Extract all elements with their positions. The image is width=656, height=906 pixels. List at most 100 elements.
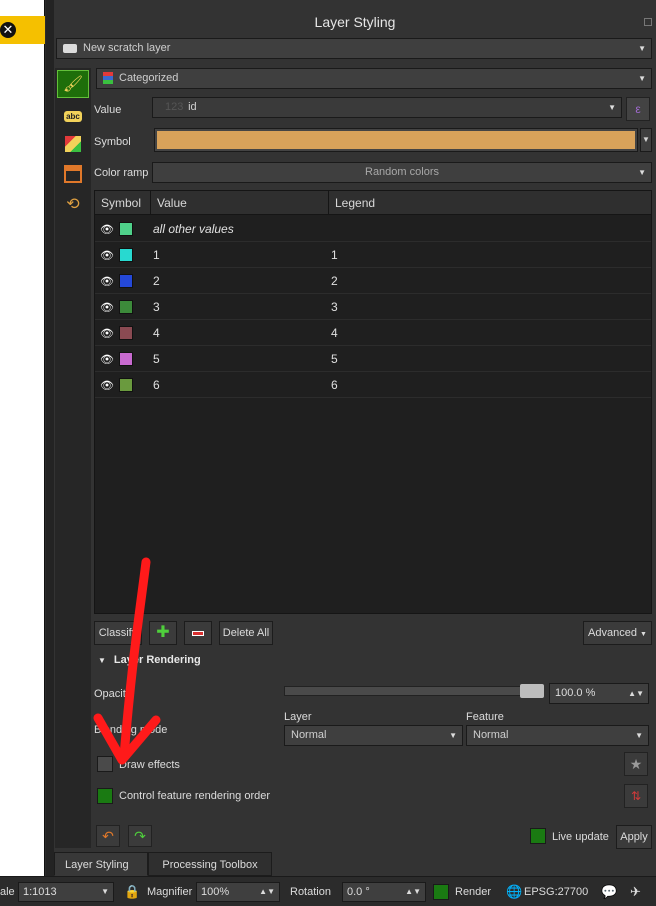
redo-icon: ↷ (134, 828, 146, 844)
symbol-menu-button[interactable]: ▼ (640, 128, 652, 152)
lock-icon[interactable]: 🔒 (124, 884, 140, 900)
sort-order-icon: ⇅ (630, 789, 642, 803)
messages-icon[interactable]: 💬 (601, 884, 617, 900)
live-update-checkbox[interactable] (530, 828, 546, 844)
add-category-button[interactable]: ✚ (149, 621, 177, 645)
undock-icon[interactable] (644, 18, 652, 26)
opacity-spinbox[interactable]: 100.0 % ▲▼ (549, 683, 649, 704)
undo-button[interactable]: ↶ (96, 825, 120, 847)
category-color-swatch[interactable] (119, 274, 133, 288)
spin-arrows-icon: ▲▼ (628, 689, 644, 698)
visibility-eye-icon[interactable]: 👁 (100, 223, 114, 236)
chevron-down-icon: ▼ (640, 631, 647, 638)
spin-arrows-icon: ▲▼ (259, 887, 275, 896)
tab-labels[interactable]: abc (57, 102, 89, 130)
scale-label: ale (0, 886, 15, 898)
category-value: 2 (153, 274, 160, 288)
map-canvas[interactable]: ✕ (0, 0, 45, 876)
magnifier-spinbox[interactable]: 100% ▲▼ (196, 882, 280, 902)
scale-select[interactable]: 1:1013 ▼ (18, 882, 114, 902)
panel-title: Layer Styling (314, 14, 396, 30)
categorized-icon (103, 72, 113, 85)
color-ramp-select[interactable]: Random colors ▼ (152, 162, 652, 183)
value-field-select[interactable]: 123 id ▼ (152, 97, 622, 118)
close-icon[interactable]: ✕ (0, 22, 16, 38)
layer-rendering-section[interactable]: ▼ Layer Rendering (98, 654, 201, 666)
remove-category-button[interactable] (184, 621, 212, 645)
blend-layer-label: Layer (284, 711, 312, 723)
table-row[interactable]: 👁 3 3 (95, 294, 651, 320)
crs-button[interactable]: EPSG:27700 (524, 886, 588, 898)
visibility-eye-icon[interactable]: 👁 (100, 249, 114, 262)
opacity-slider-handle[interactable] (520, 684, 544, 698)
visibility-eye-icon[interactable]: 👁 (100, 327, 114, 340)
table-row[interactable]: 👁 6 6 (95, 372, 651, 398)
visibility-eye-icon[interactable]: 👁 (100, 379, 114, 392)
category-color-swatch[interactable] (119, 326, 133, 340)
category-color-swatch[interactable] (119, 248, 133, 262)
rotation-spinbox[interactable]: 0.0 ° ▲▼ (342, 882, 426, 902)
advanced-button[interactable]: Advanced ▼ (583, 621, 652, 645)
table-row[interactable]: 👁 5 5 (95, 346, 651, 372)
tab-layer-styling[interactable]: Layer Styling (54, 852, 148, 876)
dock-splitter[interactable] (46, 0, 54, 876)
classify-button[interactable]: Classify (94, 621, 142, 645)
visibility-eye-icon[interactable]: 👁 (100, 353, 114, 366)
plugin-icon[interactable]: ✈ (630, 884, 641, 900)
symbol-button[interactable] (154, 128, 638, 152)
category-legend: 6 (331, 378, 338, 392)
table-row[interactable]: 👁 all other values (95, 216, 651, 242)
category-value: 4 (153, 326, 160, 340)
spin-arrows-icon: ▲▼ (405, 887, 421, 896)
tab-processing-toolbox[interactable]: Processing Toolbox (148, 852, 272, 876)
apply-button[interactable]: Apply (616, 825, 652, 849)
category-color-swatch[interactable] (119, 378, 133, 392)
tab-3d-view[interactable] (57, 130, 89, 158)
tab-diagrams[interactable] (57, 160, 89, 188)
renderer-select[interactable]: Categorized ▼ (96, 68, 652, 89)
visibility-eye-icon[interactable]: 👁 (100, 275, 114, 288)
chevron-down-icon: ▼ (101, 887, 109, 896)
redo-button[interactable]: ↷ (128, 825, 152, 847)
render-label: Render (455, 886, 492, 898)
cube-icon (65, 136, 81, 152)
category-color-swatch[interactable] (119, 300, 133, 314)
category-value: 5 (153, 352, 160, 366)
diagram-icon (64, 165, 82, 183)
column-header-symbol[interactable]: Symbol (95, 191, 151, 215)
category-color-swatch[interactable] (119, 352, 133, 366)
tab-history[interactable]: ⟲ (57, 190, 89, 218)
tab-symbology[interactable]: 🖌 (57, 70, 89, 98)
category-legend: 4 (331, 326, 338, 340)
category-color-swatch[interactable] (119, 222, 133, 236)
expression-button[interactable]: ε (626, 97, 650, 121)
draw-effects-checkbox[interactable] (97, 756, 113, 772)
opacity-label: Opacity (94, 688, 132, 700)
layer-blend-select[interactable]: Normal ▼ (284, 725, 463, 746)
table-row[interactable]: 👁 2 2 (95, 268, 651, 294)
render-checkbox[interactable] (433, 884, 449, 900)
control-order-checkbox[interactable] (97, 788, 113, 804)
effects-settings-button[interactable]: ★ (624, 752, 648, 776)
live-update-label: Live update (552, 831, 609, 843)
categories-table[interactable]: Symbol Value Legend 👁 all other values 👁 1 1… (94, 190, 652, 614)
column-header-value[interactable]: Value (151, 191, 329, 215)
chevron-down-icon: ▼ (635, 731, 643, 740)
category-legend: 5 (331, 352, 338, 366)
feature-blend-select[interactable]: Normal ▼ (466, 725, 649, 746)
category-legend: 1 (331, 248, 338, 262)
symbol-color-fill (157, 131, 635, 149)
opacity-slider[interactable] (284, 686, 544, 696)
table-row[interactable]: 👁 1 1 (95, 242, 651, 268)
table-row[interactable]: 👁 4 4 (95, 320, 651, 346)
visibility-eye-icon[interactable]: 👁 (100, 301, 114, 314)
history-icon: ⟲ (66, 196, 80, 213)
star-icon: ★ (629, 756, 643, 772)
collapse-triangle-icon: ▼ (98, 656, 106, 665)
order-settings-button[interactable]: ⇅ (624, 784, 648, 808)
column-header-legend[interactable]: Legend (329, 191, 653, 215)
paintbrush-icon: 🖌 (62, 76, 84, 93)
delete-all-button[interactable]: Delete All (219, 621, 273, 645)
layer-select[interactable]: New scratch layer ▼ (56, 38, 652, 59)
plus-icon: ✚ (156, 624, 170, 641)
